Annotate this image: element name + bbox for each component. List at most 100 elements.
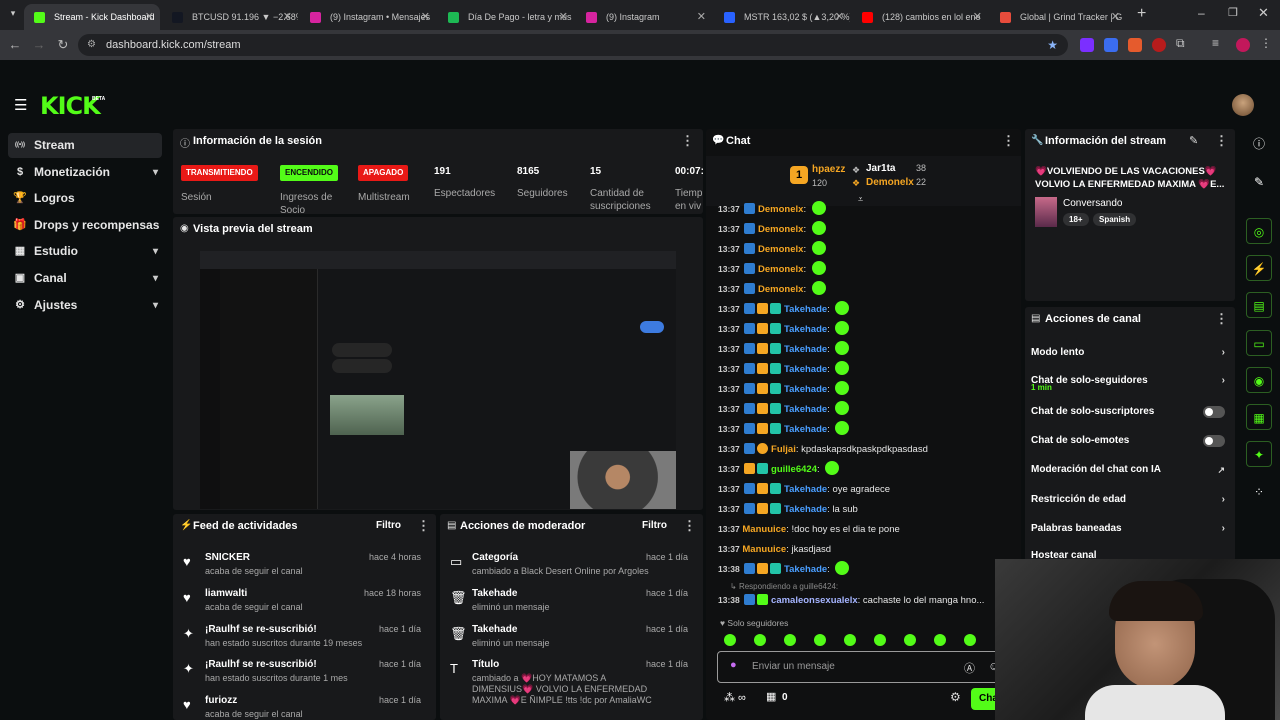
list-item[interactable]: ▭ Categoría cambiado a Black Desert Online… (440, 548, 698, 584)
collapse-leaderboard-icon[interactable]: ⩡ (858, 194, 863, 205)
chat-input[interactable]: ● Enviar un mensaje Ⓐ ☺ (717, 651, 1007, 683)
message-user[interactable]: Takehade (784, 304, 827, 315)
emote-icon[interactable] (784, 634, 796, 646)
chat-message[interactable]: 13:37 guille6424: (718, 460, 840, 478)
message-user[interactable]: Manuuice (742, 544, 786, 555)
chat-message[interactable]: 13:37 Takehade: (718, 340, 850, 358)
chat-message[interactable]: 13:37 Manuuice: !doc hoy es el dia te po… (718, 520, 900, 538)
chat-message[interactable]: 13:37 Demonelx: (718, 240, 826, 258)
close-tab-icon[interactable]: ✕ (559, 4, 568, 30)
message-user[interactable]: Demonelx (758, 204, 803, 215)
stream-info-menu-icon[interactable]: ⋮ (1215, 133, 1228, 149)
channel-action-palabras-baneadas[interactable]: Palabras baneadas › (1031, 519, 1227, 539)
emote-icon[interactable] (874, 634, 886, 646)
store-icon[interactable]: ▦ (766, 690, 776, 703)
emote-icon[interactable] (814, 634, 826, 646)
chat-reply-message[interactable]: 13:38 camaleonsexualelx: cachaste lo del… (718, 591, 984, 609)
kick-logo[interactable]: KICK (40, 92, 101, 120)
users-icon[interactable]: ⁂ ∞ (724, 691, 746, 704)
channel-action-chat-de-solo-emotes[interactable]: Chat de solo-emotes (1031, 431, 1227, 451)
channel-action-moderaci-n-del-chat-con-ia[interactable]: Moderación del chat con IA ↗ (1031, 460, 1227, 480)
browser-tab[interactable]: Día De Pago - letra y mús ✕ (438, 4, 574, 30)
rail-doc-icon[interactable]: ▤ (1246, 292, 1272, 318)
message-user[interactable]: Fuljai (771, 444, 796, 455)
message-user[interactable]: Takehade (784, 484, 827, 495)
message-user[interactable]: Demonelx (758, 224, 803, 235)
chat-message[interactable]: 13:37 Demonelx: (718, 220, 826, 238)
rail-chat-icon[interactable]: ▭ (1246, 330, 1272, 356)
emote-icon[interactable] (754, 634, 766, 646)
close-tab-icon[interactable]: ✕ (145, 4, 154, 30)
minimize-icon[interactable]: – (1198, 6, 1205, 20)
chat-menu-icon[interactable]: ⋮ (1002, 133, 1015, 149)
extension-audio-icon[interactable] (1104, 38, 1118, 52)
feed-menu-icon[interactable]: ⋮ (417, 518, 430, 534)
extension-ublock-icon[interactable] (1152, 38, 1166, 52)
rail-layers-icon[interactable]: ▦ (1246, 404, 1272, 430)
chat-message[interactable]: 13:37 Takehade: (718, 360, 850, 378)
message-user[interactable]: guille6424 (771, 464, 817, 475)
reading-list-icon[interactable]: ≡ (1212, 36, 1219, 50)
sidebar-item-estudio[interactable]: ▦ Estudio ▾ (8, 239, 162, 264)
rail-broadcast-icon[interactable]: ◉ (1246, 367, 1272, 393)
list-item[interactable]: ✦ ¡Raulhf se re-suscribió! han estado susc… (173, 620, 431, 656)
profile-avatar[interactable] (1236, 38, 1250, 52)
close-tab-icon[interactable]: ✕ (283, 4, 292, 30)
chat-message[interactable]: 13:38 Takehade: (718, 560, 850, 578)
channel-action-hostear-canal[interactable]: Hostear canal (1031, 546, 1227, 560)
emote-icon[interactable] (904, 634, 916, 646)
chat-message[interactable]: 13:37 Demonelx: (718, 280, 826, 298)
sidebar-item-stream[interactable]: ((•)) Stream (8, 133, 162, 158)
toggle-switch[interactable] (1203, 406, 1225, 418)
close-tab-icon[interactable]: ✕ (1111, 4, 1120, 30)
stream-preview-video[interactable] (200, 251, 676, 509)
message-user[interactable]: Manuuice (742, 524, 786, 535)
chat-message[interactable]: 13:37 Demonelx: (718, 260, 826, 278)
extensions-puzzle-icon[interactable]: ⧉ (1176, 36, 1185, 51)
chat-message[interactable]: 13:37 Takehade: (718, 300, 850, 318)
emote-icon[interactable] (844, 634, 856, 646)
chat-message[interactable]: 13:37 Demonelx: (718, 200, 826, 218)
sidebar-item-drops-y-recompensas[interactable]: 🎁 Drops y recompensas (8, 213, 162, 238)
chat-message[interactable]: 13:37 Takehade: oye agradece (718, 480, 890, 498)
close-window-icon[interactable]: ✕ (1258, 5, 1269, 21)
emote-icon[interactable] (934, 634, 946, 646)
new-tab-button[interactable]: + (1137, 5, 1146, 23)
reload-icon[interactable]: ↻ (52, 34, 74, 56)
list-item[interactable]: ♥ liamwalti acaba de seguir el canal hace 1… (173, 584, 431, 620)
extension-fox-icon[interactable] (1128, 38, 1142, 52)
extension-twitch-icon[interactable] (1080, 38, 1094, 52)
rail-edit-icon[interactable]: ✎ (1246, 169, 1272, 195)
close-tab-icon[interactable]: ✕ (835, 4, 844, 30)
chat-message[interactable]: 13:37 Takehade: (718, 400, 850, 418)
message-user[interactable]: Takehade (784, 324, 827, 335)
mic-icon[interactable]: ● (730, 659, 737, 671)
list-item[interactable]: 🗑 Takehade eliminó un mensaje hace 1 día (440, 620, 698, 656)
message-user[interactable]: Takehade (784, 564, 827, 575)
message-user[interactable]: Demonelx (758, 284, 803, 295)
sidebar-item-monetizaci-n[interactable]: $ Monetización ▾ (8, 160, 162, 185)
rail-bolt-icon[interactable]: ⚡ (1246, 255, 1272, 281)
chat-message[interactable]: 13:37 Fuljai: kpdaskapsdkpaskpdkpasdasd (718, 440, 928, 458)
browser-menu-icon[interactable]: ⋮ (1260, 36, 1272, 50)
chat-settings-icon[interactable]: ⚙ (950, 690, 961, 704)
channel-action-chat-de-solo-suscriptores[interactable]: Chat de solo-suscriptores (1031, 402, 1227, 422)
mod-filter-button[interactable]: Filtro (642, 520, 667, 531)
close-tab-icon[interactable]: ✕ (421, 4, 430, 30)
sidebar-item-logros[interactable]: 🏆 Logros (8, 186, 162, 211)
channel-action-restricci-n-de-edad[interactable]: Restricción de edad › (1031, 490, 1227, 510)
message-user[interactable]: camaleonsexualelx (771, 595, 858, 606)
rail-tool-icon[interactable]: ✦ (1246, 441, 1272, 467)
message-user[interactable]: Demonelx (758, 244, 803, 255)
tab-list-icon[interactable]: ▾ (6, 8, 20, 22)
feed-filter-button[interactable]: Filtro (376, 520, 401, 531)
mod-menu-icon[interactable]: ⋮ (683, 518, 696, 534)
channel-action-chat-de-solo-seguidores[interactable]: Chat de solo-seguidores 1 min › (1031, 371, 1227, 392)
message-user[interactable]: Takehade (784, 364, 827, 375)
browser-tab[interactable]: (128) cambios en lol ene ✕ (852, 4, 988, 30)
hamburger-menu-icon[interactable]: ☰ (14, 96, 27, 114)
close-tab-icon[interactable]: ✕ (697, 4, 706, 30)
forward-icon[interactable]: → (28, 34, 50, 56)
list-item[interactable]: 🗑 Takehade eliminó un mensaje hace 1 día (440, 584, 698, 620)
emote-icon[interactable] (964, 634, 976, 646)
